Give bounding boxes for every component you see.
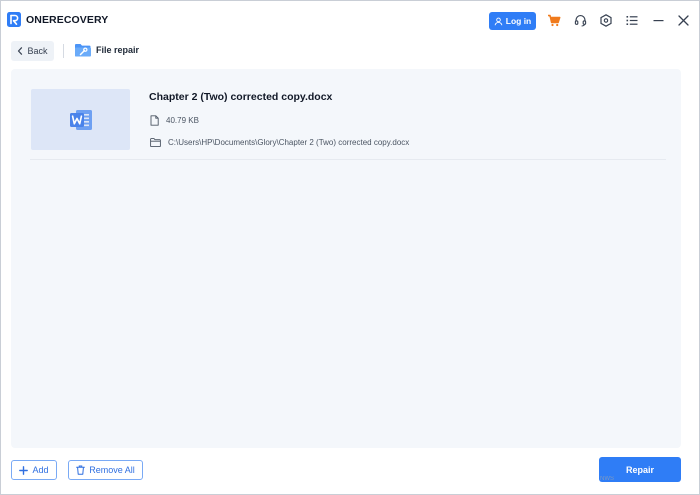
login-label: Log in — [505, 16, 532, 26]
back-button[interactable]: Back — [11, 41, 54, 61]
folder-icon — [150, 138, 161, 147]
close-icon — [677, 14, 689, 26]
page-title: File repair — [96, 45, 140, 55]
file-path-row: C:\Users\HP\Documents\Glory\Chapter 2 (T… — [150, 138, 409, 147]
plus-icon — [19, 465, 29, 475]
row-divider — [30, 159, 666, 160]
app-name: ONERECOVERY — [26, 13, 109, 26]
settings-button[interactable] — [598, 12, 614, 28]
file-size-row: 40.79 KB — [150, 115, 199, 126]
close-button[interactable] — [675, 12, 691, 28]
user-icon — [494, 17, 503, 25]
back-label: Back — [27, 46, 48, 56]
menu-icon — [626, 15, 638, 25]
settings-hex-icon — [600, 13, 612, 27]
minimize-button[interactable] — [650, 12, 666, 28]
title-bar: ONERECOVERY Log in — [1, 1, 699, 39]
cart-button[interactable] — [546, 12, 562, 28]
word-doc-icon — [69, 109, 92, 130]
file-path: C:\Users\HP\Documents\Glory\Chapter 2 (T… — [168, 138, 410, 147]
minimize-icon — [653, 19, 663, 21]
nav-divider — [63, 44, 64, 58]
trash-icon — [76, 465, 86, 475]
remove-all-button[interactable]: Remove All — [68, 460, 143, 480]
repair-label: Repair — [625, 464, 654, 475]
headset-icon — [574, 14, 586, 26]
chevron-left-icon — [18, 47, 23, 55]
file-repair-icon — [75, 44, 91, 57]
cart-icon — [548, 14, 561, 26]
file-icon — [150, 115, 159, 126]
add-label: Add — [32, 465, 49, 475]
list-item[interactable]: Chapter 2 (Two) corrected copy.docx 40.7… — [11, 69, 681, 161]
file-name: Chapter 2 (Two) corrected copy.docx — [149, 91, 333, 103]
menu-button[interactable] — [624, 12, 640, 28]
login-button[interactable]: Log in — [489, 12, 536, 30]
page-header: File repair — [74, 42, 139, 58]
remove-all-label: Remove All — [89, 465, 135, 475]
file-thumbnail — [31, 89, 130, 150]
app-window: ONERECOVERY Log in Back File repair Chap… — [0, 0, 700, 495]
add-button[interactable]: Add — [11, 460, 57, 480]
app-logo: ONERECOVERY — [7, 12, 108, 27]
faint-text: NWS — [600, 476, 614, 482]
support-button[interactable] — [572, 12, 588, 28]
file-list-panel: Chapter 2 (Two) corrected copy.docx 40.7… — [11, 69, 681, 448]
file-size: 40.79 KB — [166, 116, 199, 125]
app-logo-icon — [7, 12, 21, 27]
